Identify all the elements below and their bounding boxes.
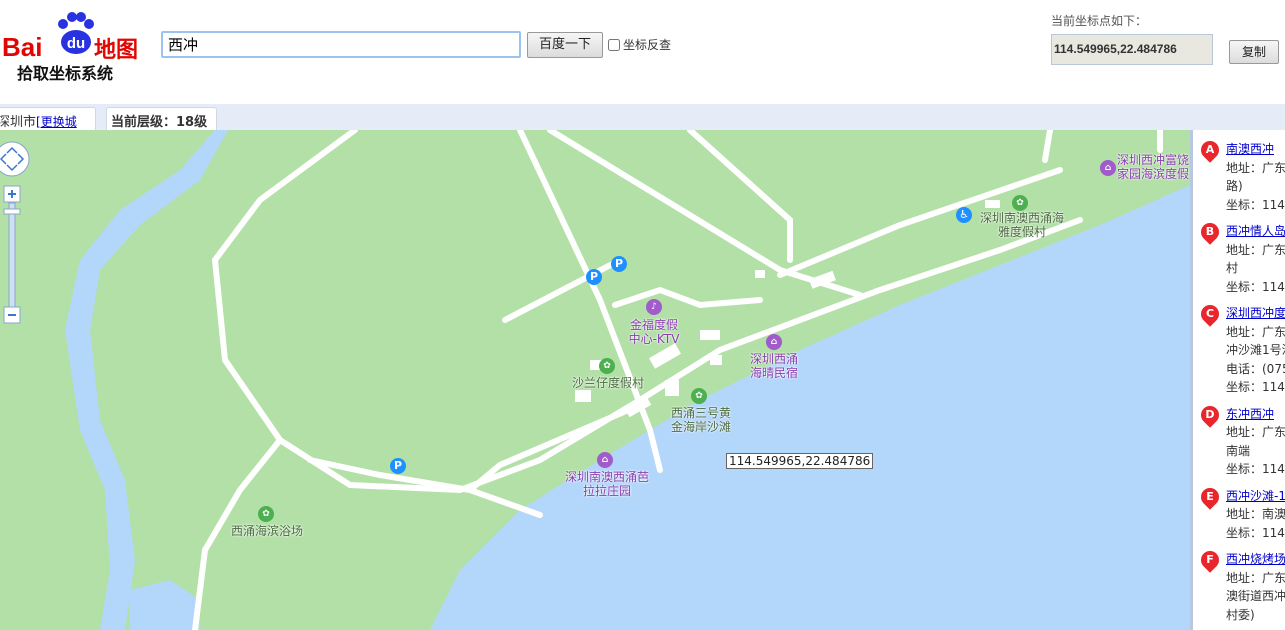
search-input[interactable]	[161, 31, 521, 58]
marker-letter: C	[1205, 307, 1215, 320]
result-link[interactable]: 深圳西冲度	[1226, 306, 1285, 320]
reverse-lookup[interactable]: 坐标反查	[608, 36, 671, 53]
resort-icon[interactable]: ✿	[599, 358, 615, 374]
result-item[interactable]: B 西冲情人岛地址：广东村坐标：114.5	[1193, 219, 1285, 296]
hotel-icon[interactable]: ⌂	[766, 334, 782, 350]
result-detail: 地址：广东	[1226, 324, 1285, 339]
result-detail: 地址：广东	[1226, 570, 1285, 585]
result-detail: 村委)	[1226, 607, 1255, 622]
result-item[interactable]: E 西冲沙滩-1- 地址：南澳坐标：114.5	[1193, 483, 1285, 543]
reverse-lookup-label: 坐标反查	[623, 38, 672, 52]
map-label[interactable]: 深圳南澳西涌海雅度假村	[980, 211, 1064, 239]
app-subtitle: 拾取坐标系统	[17, 64, 114, 83]
marker-pin-icon[interactable]: A	[1197, 137, 1223, 163]
paw-icon: du	[58, 12, 94, 54]
hotel-icon[interactable]: ⌂	[597, 452, 613, 468]
result-detail: 南端	[1226, 443, 1251, 458]
result-detail: 坐标：114.5	[1226, 197, 1285, 212]
map-label[interactable]: 金福度假中心-KTV	[626, 318, 682, 346]
result-detail: 地址：广东	[1226, 425, 1285, 439]
navigation-control[interactable]	[0, 139, 34, 329]
marker-pin-icon[interactable]: D	[1197, 401, 1223, 428]
search-button[interactable]: 百度一下	[527, 32, 603, 58]
coord-label: 当前坐标点如下：	[1051, 14, 1148, 28]
baidu-map-logo: Bai du 地图 拾取坐标系统	[2, 10, 142, 85]
zoom-level-tab: 当前层级：18级	[106, 107, 217, 130]
hotel-icon[interactable]: ⌂	[1100, 160, 1116, 176]
logo-text: Bai	[2, 32, 43, 62]
zoom-slider-handle[interactable]	[3, 208, 21, 215]
result-detail: 地址：南澳	[1226, 507, 1285, 521]
result-link[interactable]: 西冲沙滩-1-	[1226, 489, 1285, 503]
result-item[interactable]: D 东冲西冲地址：广东南端坐标：114.5	[1193, 401, 1285, 479]
city-name: 深圳市	[0, 115, 37, 130]
result-detail: 路)	[1226, 179, 1243, 193]
parking-icon[interactable]: P	[586, 269, 602, 285]
restroom-icon[interactable]: ♿	[956, 207, 972, 223]
marker-letter: B	[1205, 225, 1215, 238]
marker-pin-icon[interactable]: F	[1197, 547, 1223, 573]
beach-icon[interactable]: ✿	[691, 388, 707, 404]
reverse-lookup-checkbox[interactable]	[608, 38, 620, 51]
city-tab: 深圳市[更换城市]	[0, 107, 96, 146]
ktv-icon[interactable]: ♪	[646, 299, 662, 315]
results-panel[interactable]: A南澳西冲地址：广东路)坐标：114.5B西冲情人岛地址：广东村坐标：114.5…	[1190, 130, 1285, 630]
result-detail: 坐标：114.5	[1226, 525, 1285, 540]
coordinate-tooltip: 114.549965,22.484786	[726, 453, 874, 469]
result-item[interactable]: C 深圳西冲度地址：广东冲沙滩1号沙电话：(075 坐标：114.5	[1193, 301, 1285, 397]
map-label[interactable]: 深圳南澳西涌芭拉拉庄园	[564, 470, 650, 498]
result-link[interactable]: 南澳西冲	[1226, 142, 1274, 156]
zoom-slider[interactable]	[8, 202, 16, 308]
result-link[interactable]: 东冲西冲	[1226, 407, 1274, 421]
beach-icon[interactable]: ✿	[258, 506, 274, 522]
marker-letter: E	[1206, 489, 1214, 503]
pan-control[interactable]	[0, 141, 30, 177]
result-detail: 地址：广东	[1226, 160, 1285, 175]
result-detail: 电话：(075	[1226, 361, 1285, 376]
result-item[interactable]: F 西冲烧烤场地址：广东澳街道西冲村委)	[1193, 547, 1285, 624]
result-detail: 地址：广东	[1226, 242, 1285, 257]
map-label[interactable]: 沙兰仔度假村	[566, 376, 650, 390]
marker-letter: F	[1206, 553, 1214, 566]
marker-pin-icon[interactable]: C	[1197, 301, 1223, 327]
marker-letter: D	[1205, 407, 1215, 421]
map-canvas[interactable]: ⌂ 深圳西冲富饶家园海滨度假 ✿ ♿ 深圳南澳西涌海雅度假村 P P P ♪ 金…	[0, 130, 1190, 630]
map-label[interactable]: 深圳西涌海晴民宿	[746, 352, 802, 380]
result-detail: 村	[1226, 261, 1239, 275]
result-link[interactable]: 西冲烧烤场	[1226, 552, 1285, 566]
marker-pin-icon[interactable]: B	[1197, 219, 1223, 245]
parking-icon[interactable]: P	[611, 256, 627, 272]
marker-pin-icon[interactable]: E	[1197, 483, 1223, 510]
result-detail: 坐标：114.5	[1226, 462, 1285, 476]
copy-button[interactable]: 复制	[1229, 40, 1279, 64]
map-label[interactable]: 深圳西冲富饶家园海滨度假	[1117, 153, 1190, 181]
map-label[interactable]: 西涌海滨浴场	[224, 524, 310, 538]
result-item[interactable]: A 南澳西冲地址：广东路) 坐标：114.5	[1193, 137, 1285, 214]
resort-icon[interactable]: ✿	[1012, 195, 1028, 211]
map-label[interactable]: 西涌三号黄金海岸沙滩	[666, 406, 736, 434]
parking-icon[interactable]: P	[390, 458, 406, 474]
result-detail: 坐标：114.5	[1226, 380, 1285, 394]
result-detail: 坐标：114.5	[1226, 279, 1285, 294]
result-detail: 冲沙滩1号沙	[1226, 343, 1285, 357]
result-link[interactable]: 西冲情人岛	[1226, 224, 1285, 238]
result-detail: 澳街道西冲	[1226, 589, 1285, 603]
marker-letter: A	[1205, 143, 1215, 156]
svg-text:du: du	[67, 35, 85, 52]
coord-output[interactable]: 114.549965,22.484786	[1051, 34, 1213, 65]
